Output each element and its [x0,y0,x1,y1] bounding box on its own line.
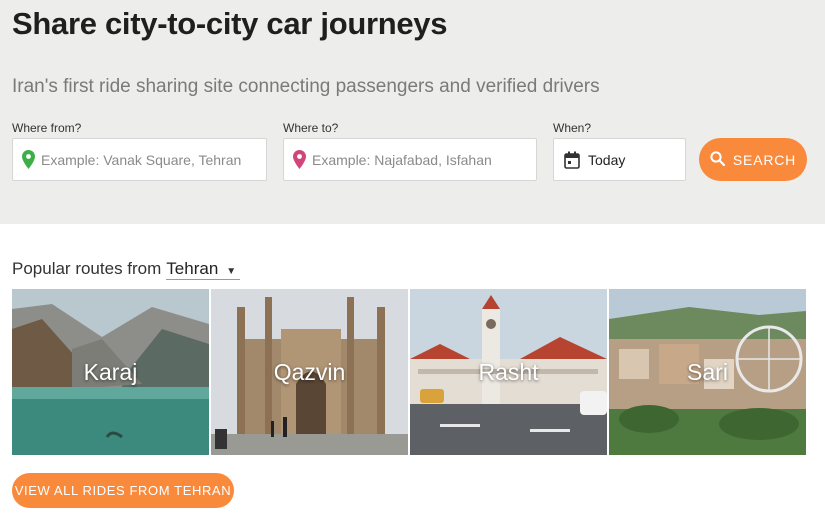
to-input-placeholder: Example: Najafabad, Isfahan [312,151,492,168]
popular-routes-heading: Popular routes from Tehran ▼ [12,259,241,280]
search-icon [710,150,726,169]
when-label: When? [553,121,592,135]
page-title: Share city-to-city car journeys [12,6,448,41]
route-city-name: Rasht [478,359,539,385]
pin-icon [22,150,35,169]
caret-down-icon: ▼ [226,266,237,277]
from-field[interactable]: Example: Vanak Square, Tehran [12,138,267,181]
route-city-name: Sari [687,359,728,385]
page-subtitle: Iran's first ride sharing site connectin… [12,76,600,97]
date-field[interactable]: Today [553,138,686,181]
origin-city-dropdown[interactable]: Tehran ▼ [166,259,241,280]
route-city-name: Karaj [83,359,138,385]
view-all-rides-button[interactable]: VIEW ALL RIDES FROM TEHRAN [12,473,234,508]
route-card-sari[interactable]: Sari [609,289,806,455]
route-city-name: Qazvin [273,359,346,385]
popular-routes-prefix: Popular routes from [12,259,162,278]
search-button-label: SEARCH [732,151,797,168]
calendar-icon [564,151,580,169]
route-cards: Karaj Qazvin Rasht Sari [12,289,806,455]
pin-icon [293,150,306,169]
from-label: Where from? [12,121,82,135]
origin-city-value: Tehran [166,259,219,278]
date-value: Today [588,151,626,168]
hero-section: Share city-to-city car journeys Iran's f… [0,0,825,224]
route-card-qazvin[interactable]: Qazvin [211,289,408,455]
to-field[interactable]: Example: Najafabad, Isfahan [283,138,537,181]
route-card-rasht[interactable]: Rasht [410,289,607,455]
route-card-karaj[interactable]: Karaj [12,289,209,455]
to-label: Where to? [283,121,339,135]
from-input-placeholder: Example: Vanak Square, Tehran [41,151,242,168]
search-button[interactable]: SEARCH [699,138,807,181]
